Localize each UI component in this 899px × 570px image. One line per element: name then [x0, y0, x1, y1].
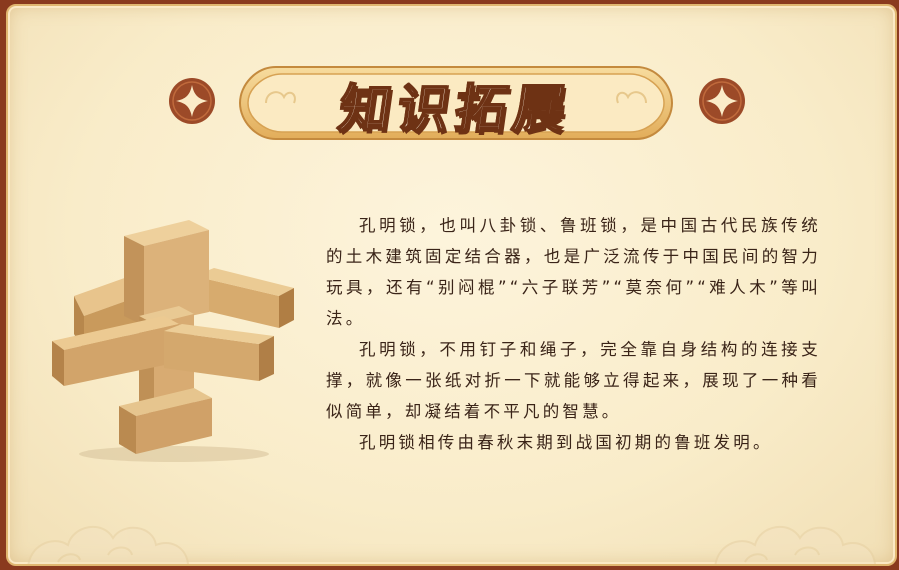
paragraph-1: 孔明锁，也叫八卦锁、鲁班锁，是中国古代民族传统的土木建筑固定结合器，也是广泛流传…: [326, 216, 821, 328]
article-text: 孔明锁，也叫八卦锁、鲁班锁，是中国古代民族传统的土木建筑固定结合器，也是广泛流传…: [326, 210, 821, 458]
cloud-decoration-right: [714, 525, 876, 564]
page-title: 知识拓展: [334, 78, 577, 141]
cloud-decoration-left: [27, 525, 189, 564]
kongming-lock-illustration: [52, 220, 294, 462]
diamond-coin-icon: [169, 78, 215, 124]
paragraph-3: 孔明锁相传由春秋末期到战国初期的鲁班发明。: [359, 433, 773, 452]
paragraph-2: 孔明锁，不用钉子和绳子，完全靠自身结构的连接支撑，就像一张纸对折一下就能够立得起…: [326, 340, 821, 421]
content-card: 知识拓展 孔明锁，也叫八卦锁、鲁班锁，是中国古代民族传统的土木建筑固定结合器，也…: [6, 4, 897, 566]
diamond-coin-icon: [699, 78, 745, 124]
title-banner: 知识拓展: [236, 63, 676, 143]
